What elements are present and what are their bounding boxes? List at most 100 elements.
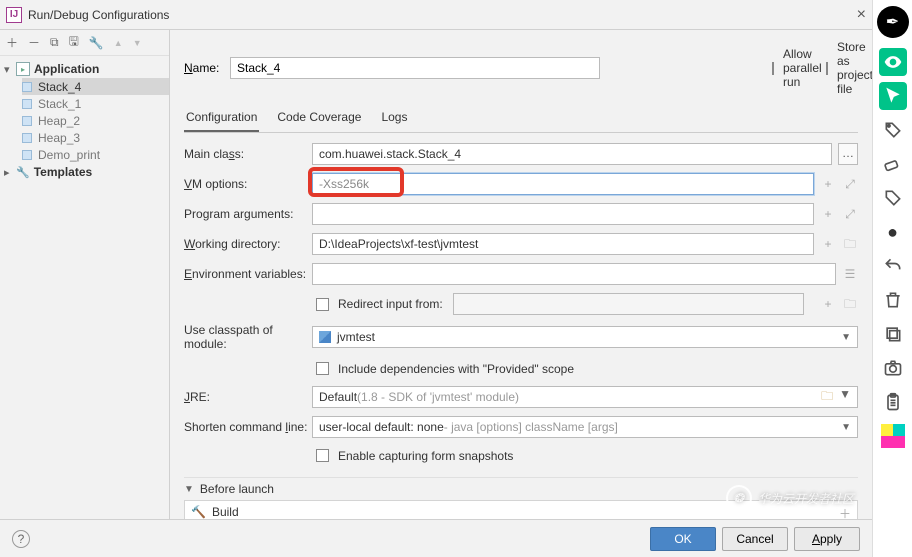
- store-project-file-checkbox[interactable]: Store as project file⚙: [822, 40, 858, 96]
- config-tree: ▾ ▸ Application Stack_4 Stack_1 Heap_2 H…: [0, 56, 169, 519]
- browse-main-class-button[interactable]: …: [838, 143, 858, 165]
- folder-icon[interactable]: 🗀: [842, 296, 858, 312]
- layers-icon[interactable]: [879, 320, 907, 348]
- shorten-label: Shorten command line:: [184, 420, 312, 434]
- tree-group-label: Application: [34, 62, 99, 76]
- main-class-input[interactable]: [312, 143, 832, 165]
- chevron-right-icon: ▸: [4, 166, 16, 179]
- title-bar: IJ Run/Debug Configurations ×: [0, 0, 872, 30]
- insert-macro-icon[interactable]: +: [820, 236, 836, 252]
- allow-parallel-checkbox[interactable]: Allow parallel run: [768, 47, 804, 89]
- trash-icon[interactable]: [879, 286, 907, 314]
- expand-icon[interactable]: ⤢: [842, 176, 858, 192]
- before-launch-task-build[interactable]: 🔨 Build: [191, 505, 239, 519]
- tree-group-application[interactable]: ▾ ▸ Application: [0, 60, 169, 78]
- tree-item-demo-print[interactable]: Demo_print: [22, 146, 169, 163]
- shorten-command-select[interactable]: user-local default: none - java [options…: [312, 416, 858, 438]
- eraser-tool-icon[interactable]: [879, 150, 907, 178]
- pen-tool-icon[interactable]: ✒: [877, 6, 909, 38]
- eye-tool-icon[interactable]: [879, 48, 907, 76]
- main-class-label: Main class:: [184, 147, 312, 161]
- folder-icon[interactable]: 🗀: [821, 387, 833, 408]
- chevron-down-icon: ▼: [841, 332, 851, 343]
- wrench-icon: 🔧: [16, 166, 30, 179]
- add-icon[interactable]: ＋: [6, 34, 18, 51]
- program-args-label: Program arguments:: [184, 207, 312, 221]
- chevron-down-icon[interactable]: ▾: [4, 63, 16, 76]
- chevron-down-icon: ▼: [839, 387, 851, 408]
- enable-snapshots-checkbox[interactable]: Enable capturing form snapshots: [312, 446, 513, 465]
- app-icon: IJ: [6, 7, 22, 23]
- down-icon[interactable]: ▼: [133, 38, 142, 48]
- program-args-input[interactable]: [312, 203, 814, 225]
- wrench-icon[interactable]: 🔧: [89, 36, 104, 50]
- tree-templates[interactable]: ▸ 🔧 Templates: [0, 163, 169, 181]
- tree-item-stack-4[interactable]: Stack_4: [22, 78, 169, 95]
- insert-macro-icon[interactable]: +: [820, 296, 836, 312]
- list-icon[interactable]: ☰: [842, 266, 858, 282]
- jre-select[interactable]: Default (1.8 - SDK of 'jvmtest' module) …: [312, 386, 858, 408]
- vm-options-label: VM options:: [184, 177, 312, 191]
- env-vars-label: Environment variables:: [184, 267, 312, 281]
- configuration-form: Main class: … VM options: + ⤢: [184, 143, 858, 465]
- sidebar: ＋ － ⧉ 🖫 🔧 ▲ ▼ ▾ ▸ Application Stack_4 St…: [0, 30, 170, 519]
- application-icon: ▸: [16, 62, 30, 76]
- camera-icon[interactable]: [879, 354, 907, 382]
- help-button[interactable]: ?: [12, 530, 30, 548]
- include-provided-checkbox[interactable]: Include dependencies with "Provided" sco…: [312, 359, 574, 378]
- module-icon: [319, 331, 331, 343]
- run-config-icon: [22, 82, 32, 92]
- name-input[interactable]: [230, 57, 600, 79]
- env-vars-input[interactable]: [312, 263, 836, 285]
- remove-icon[interactable]: －: [28, 34, 40, 51]
- run-config-icon: [22, 133, 32, 143]
- name-label: Name:: [184, 61, 220, 75]
- tab-configuration[interactable]: Configuration: [184, 106, 259, 132]
- ok-button[interactable]: OK: [650, 527, 716, 551]
- sidebar-toolbar: ＋ － ⧉ 🖫 🔧 ▲ ▼: [0, 30, 169, 56]
- classpath-module-select[interactable]: jvmtest ▼: [312, 326, 858, 348]
- tab-code-coverage[interactable]: Code Coverage: [275, 106, 363, 132]
- templates-label: Templates: [34, 165, 92, 179]
- dot-icon[interactable]: ●: [879, 218, 907, 246]
- content-panel: Name: Allow parallel run Store as projec…: [170, 30, 872, 519]
- color-palette-icon[interactable]: [879, 422, 907, 450]
- cursor-tool-icon[interactable]: [879, 82, 907, 110]
- jre-label: JRE:: [184, 390, 312, 404]
- save-icon[interactable]: 🖫: [69, 32, 79, 53]
- run-config-icon: [22, 99, 32, 109]
- close-icon[interactable]: ×: [857, 6, 866, 24]
- working-dir-label: Working directory:: [184, 237, 312, 251]
- expand-icon[interactable]: ⤢: [842, 206, 858, 222]
- tree-item-heap-3[interactable]: Heap_3: [22, 129, 169, 146]
- add-task-icon[interactable]: ＋: [839, 505, 851, 519]
- run-config-icon: [22, 150, 32, 160]
- tag-outline-icon[interactable]: [879, 184, 907, 212]
- window-title: Run/Debug Configurations: [28, 8, 169, 22]
- undo-icon[interactable]: [879, 252, 907, 280]
- hammer-icon: 🔨: [191, 505, 206, 519]
- tree-item-heap-2[interactable]: Heap_2: [22, 112, 169, 129]
- clipboard-icon[interactable]: [879, 388, 907, 416]
- chevron-down-icon[interactable]: ▼: [184, 484, 194, 495]
- classpath-label: Use classpath of module:: [184, 323, 312, 351]
- before-launch-section: ▼ Before launch 🔨 Build ＋ － ✎: [184, 477, 858, 519]
- run-config-icon: [22, 116, 32, 126]
- copy-icon[interactable]: ⧉: [50, 35, 59, 50]
- tree-item-stack-1[interactable]: Stack_1: [22, 95, 169, 112]
- up-icon[interactable]: ▲: [114, 38, 123, 48]
- apply-button[interactable]: Apply: [794, 527, 860, 551]
- tabs: Configuration Code Coverage Logs: [184, 106, 858, 133]
- insert-macro-icon[interactable]: +: [820, 176, 836, 192]
- redirect-input-checkbox[interactable]: Redirect input from:: [312, 295, 443, 314]
- vm-options-input[interactable]: [312, 173, 814, 195]
- tag-tool-icon[interactable]: [879, 116, 907, 144]
- chevron-down-icon: ▼: [841, 422, 851, 433]
- insert-macro-icon[interactable]: +: [820, 206, 836, 222]
- working-dir-input[interactable]: [312, 233, 814, 255]
- dialog-footer: ? OK Cancel Apply: [0, 519, 872, 557]
- tab-logs[interactable]: Logs: [379, 106, 409, 132]
- cancel-button[interactable]: Cancel: [722, 527, 788, 551]
- folder-icon[interactable]: 🗀: [842, 236, 858, 252]
- annotation-toolbar: ✒ ●: [872, 0, 912, 557]
